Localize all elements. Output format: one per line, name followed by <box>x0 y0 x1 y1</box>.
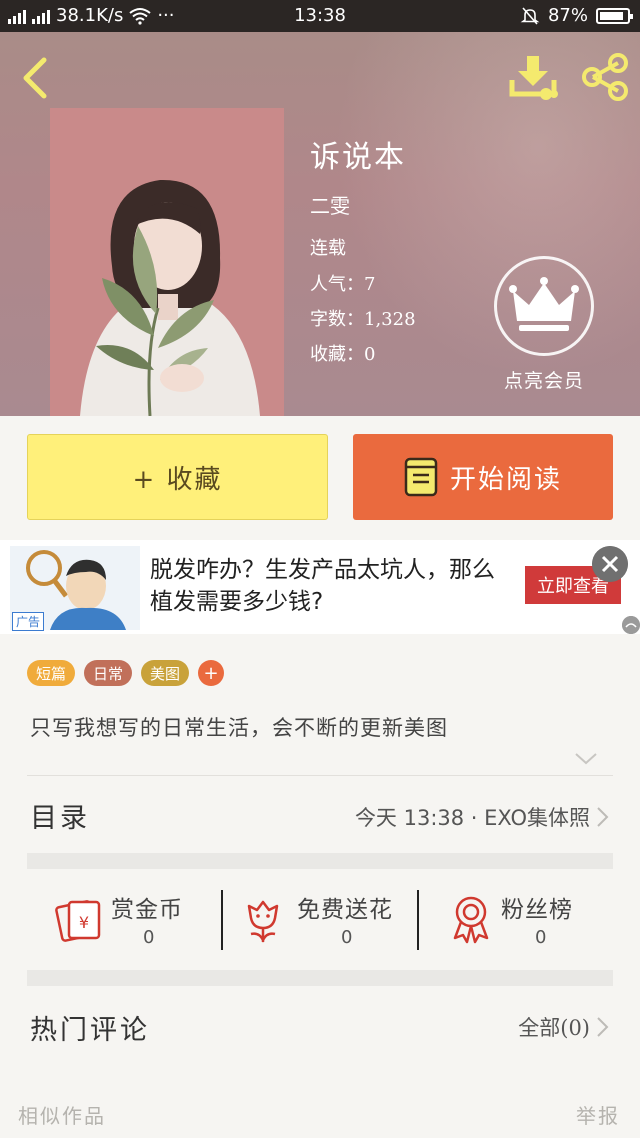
section-spacer <box>27 853 613 869</box>
status-right: 87% <box>520 5 633 26</box>
section-spacer <box>27 970 613 986</box>
status-bar: 38.1K/s ··· 13:38 87% <box>0 0 640 32</box>
book-favorites: 收藏：0 <box>310 344 376 365</box>
latest-chapter-text: 今天 13:38 · EXO集体照 <box>354 806 590 830</box>
book-description: 只写我想写的日常生活，会不断的更新美图 <box>30 716 448 740</box>
divider <box>27 775 613 776</box>
book-status: 连载 <box>310 238 346 259</box>
book-popularity: 人气：7 <box>310 274 376 295</box>
battery-percent: 87% <box>547 5 588 26</box>
mute-bell-icon <box>520 6 540 25</box>
report-link[interactable]: 举报 <box>576 1100 620 1129</box>
battery-icon <box>596 7 633 24</box>
stat-label: 粉丝榜 <box>501 897 573 923</box>
crown-icon <box>509 277 579 331</box>
flower-icon <box>247 900 279 943</box>
svg-text:¥: ¥ <box>79 913 89 932</box>
cover-illustration <box>50 108 284 416</box>
stat-value: 0 <box>535 927 547 948</box>
tag-list: 短篇 日常 美图 + <box>27 660 225 686</box>
ad-text[interactable]: 脱发咋办？生发产品太坑人，那么植发需要多少钱? <box>150 554 495 618</box>
stat-label: 免费送花 <box>297 897 393 923</box>
stat-free-flowers[interactable]: 免费送花 0 <box>223 880 419 960</box>
add-tag-button[interactable]: + <box>198 660 225 686</box>
book-author[interactable]: 二雯 <box>310 190 350 219</box>
book-word-count: 字数：1,328 <box>310 309 416 330</box>
tag-item[interactable]: 美图 <box>141 660 190 686</box>
catalog-latest-chapter[interactable]: 今天 13:38 · EXO集体照 <box>355 802 610 832</box>
stat-value: 0 <box>143 927 155 948</box>
reward-stats: ¥ 赏金币 0 免费送花 0 粉丝榜 0 <box>27 880 613 960</box>
back-icon[interactable] <box>18 54 52 102</box>
tag-item[interactable]: 日常 <box>84 660 133 686</box>
share-icon[interactable] <box>580 52 630 102</box>
vip-label[interactable]: 点亮会员 <box>494 366 594 393</box>
similar-works[interactable]: 相似作品 <box>18 1100 106 1129</box>
book-icon <box>404 457 438 497</box>
ad-info-icon[interactable] <box>622 616 640 634</box>
book-cover-image[interactable] <box>50 108 284 416</box>
book-title: 诉说本 <box>310 140 406 175</box>
hot-comments-title: 热门评论 <box>30 1015 150 1046</box>
collect-label: + 收藏 <box>132 464 223 495</box>
chevron-right-icon <box>597 807 609 827</box>
ad-close-icon[interactable] <box>592 546 628 582</box>
medal-icon <box>453 896 489 944</box>
red-envelope-icon: ¥ <box>55 900 101 942</box>
stat-reward-coins[interactable]: ¥ 赏金币 0 <box>27 880 223 960</box>
stat-label: 赏金币 <box>111 897 183 923</box>
chevron-right-icon <box>597 1017 609 1037</box>
ad-banner[interactable]: 广告 脱发咋办？生发产品太坑人，那么植发需要多少钱? 立即查看 <box>0 540 640 634</box>
download-icon[interactable] <box>508 54 558 102</box>
book-hero: 诉说本 二雯 连载 人气：7 字数：1,328 收藏：0 点亮会员 <box>0 32 640 416</box>
battery-level <box>600 11 623 20</box>
tag-item[interactable]: 短篇 <box>27 660 76 686</box>
collect-button[interactable]: + 收藏 <box>27 434 328 520</box>
catalog-title[interactable]: 目录 <box>30 796 90 835</box>
start-reading-label: 开始阅读 <box>449 464 562 495</box>
all-comments-label: 全部(0) <box>518 1016 590 1040</box>
chevron-down-icon[interactable] <box>572 748 600 768</box>
vip-button[interactable] <box>494 256 594 356</box>
all-comments-link[interactable]: 全部(0) <box>518 1012 610 1042</box>
start-reading-button[interactable]: 开始阅读 <box>353 434 613 520</box>
stat-value: 0 <box>341 927 353 948</box>
stat-fan-ranking[interactable]: 粉丝榜 0 <box>419 880 613 960</box>
ad-tag: 广告 <box>12 612 45 631</box>
